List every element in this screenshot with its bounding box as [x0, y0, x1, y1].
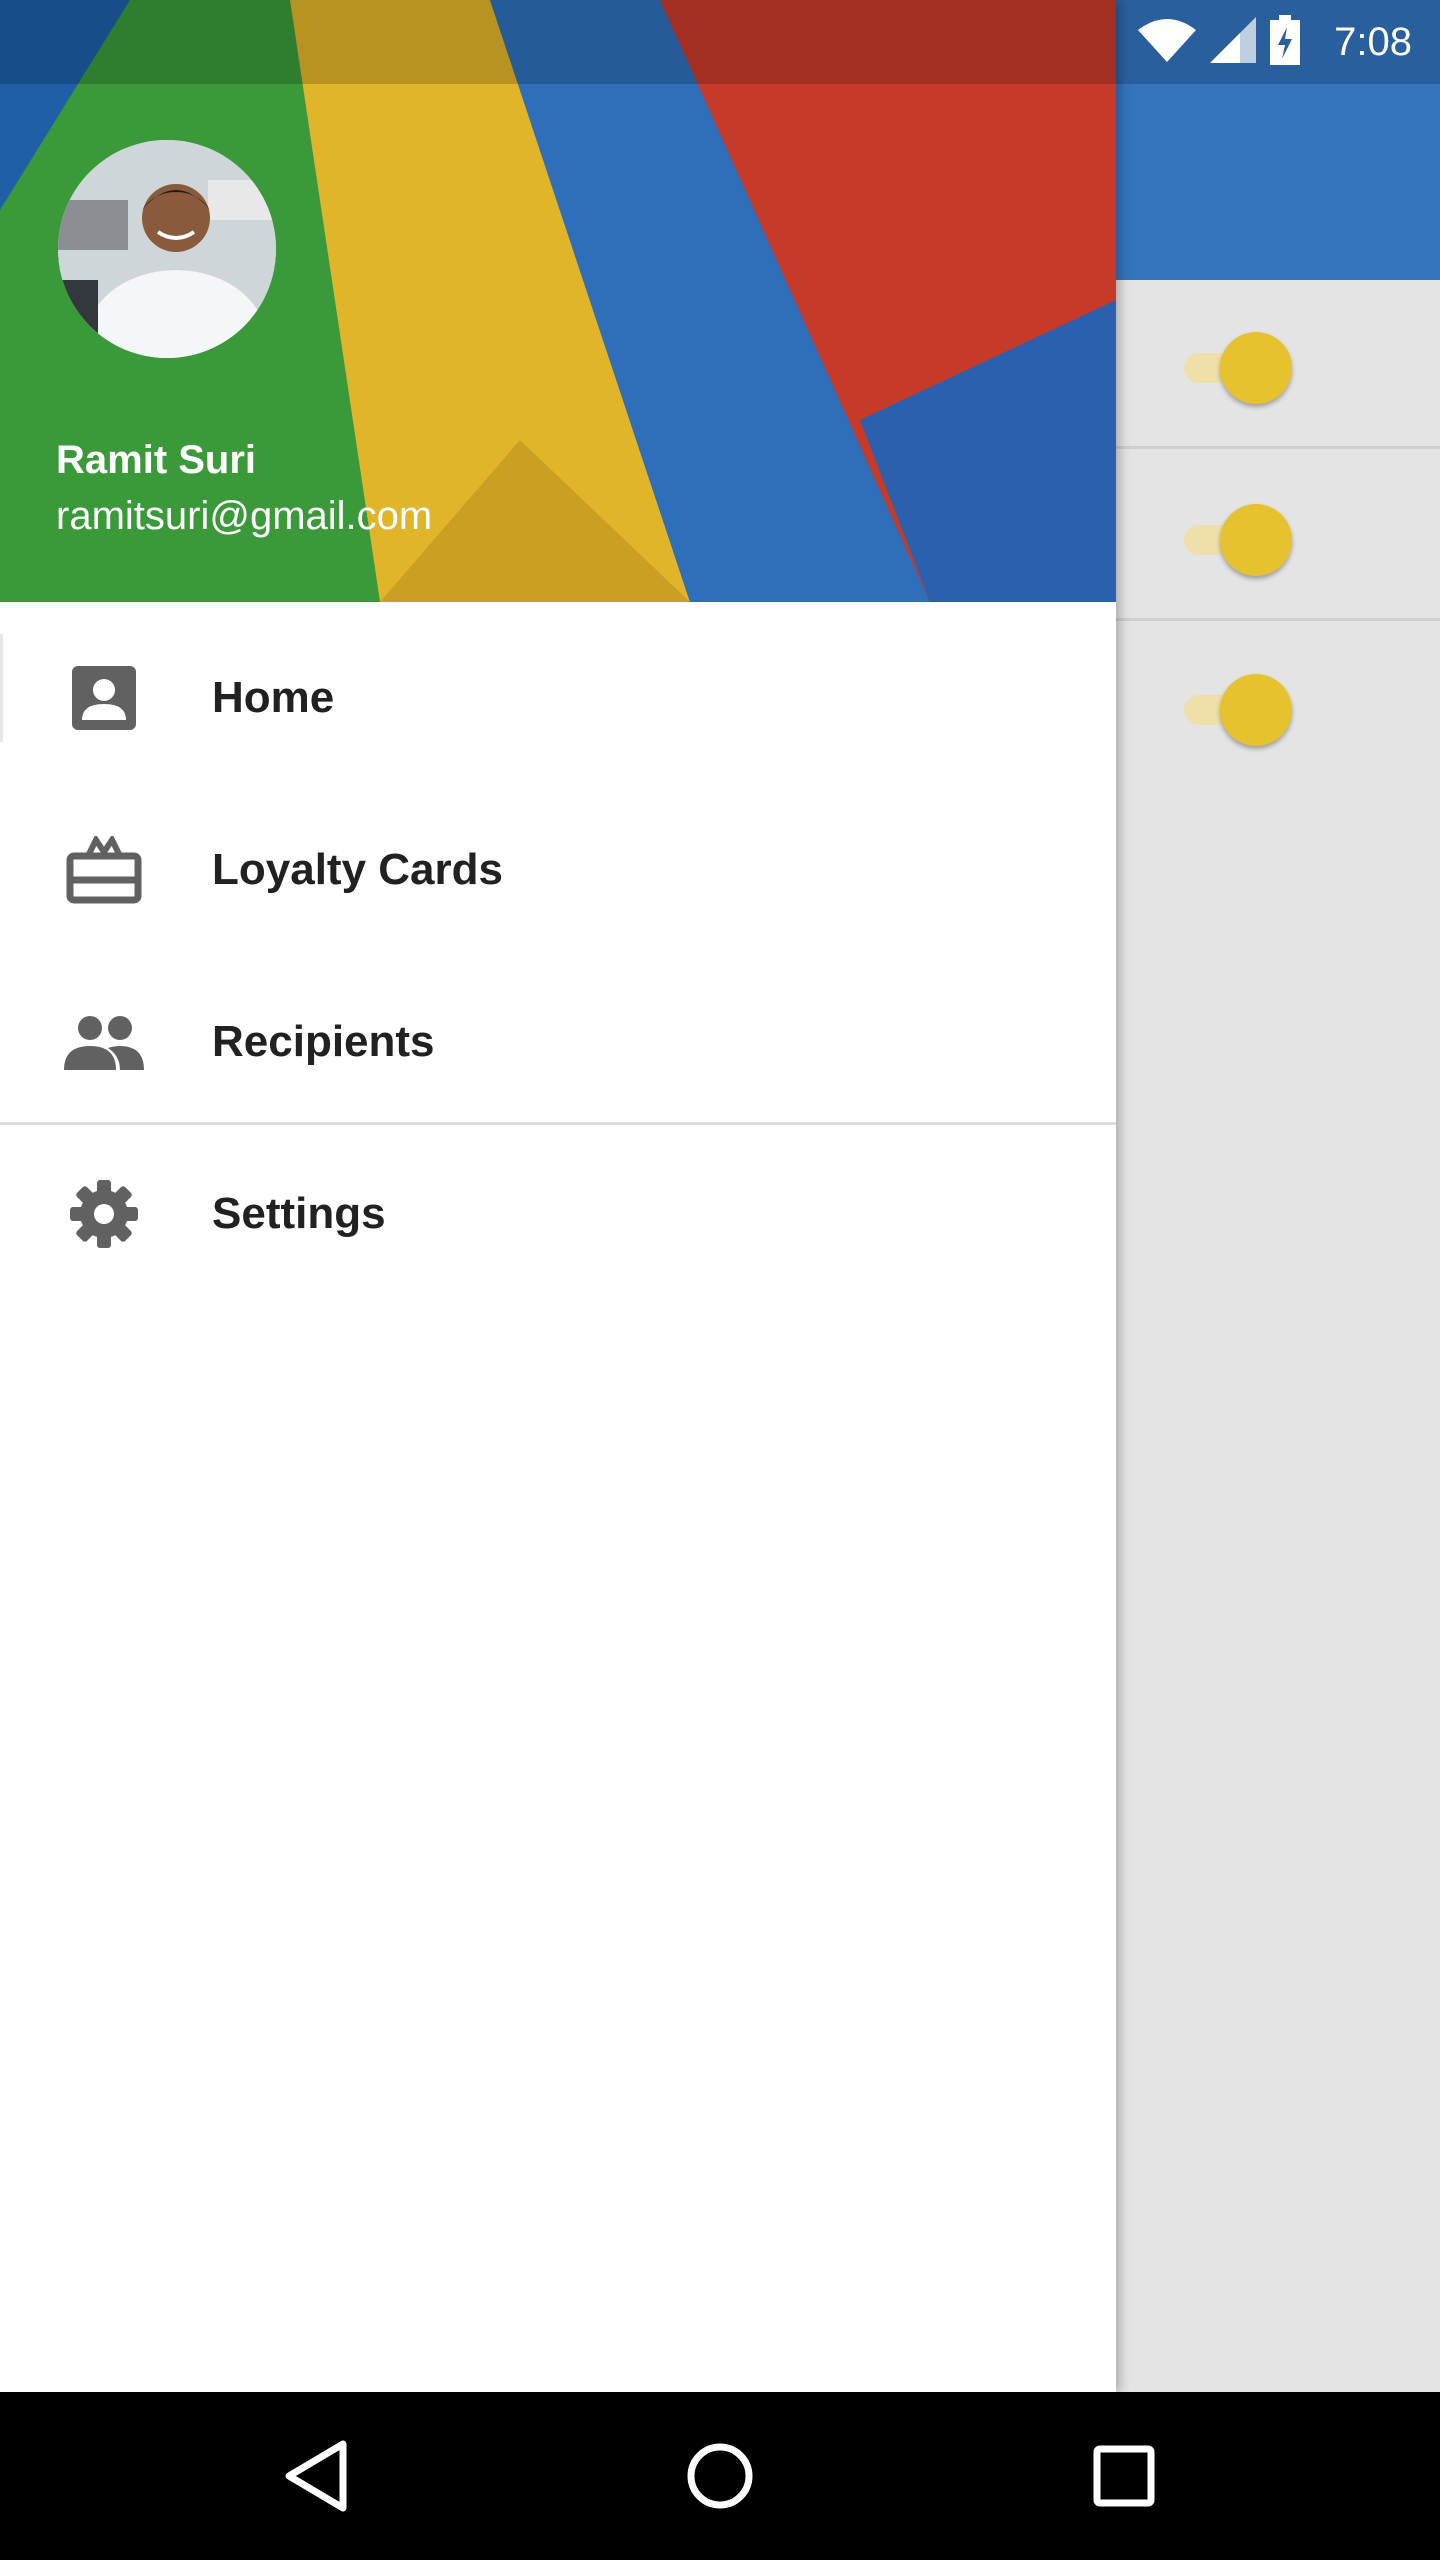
user-name: Ramit Suri — [56, 438, 257, 482]
card-giftcard-icon — [64, 830, 144, 910]
toggle-switch-2[interactable] — [1180, 500, 1300, 580]
user-email: ramitsuri@gmail.com — [56, 494, 433, 538]
header-status-shade — [0, 0, 1116, 84]
system-navigation-bar — [0, 2392, 1440, 2560]
nav-item-home[interactable]: Home — [0, 612, 1116, 784]
recents-square-icon — [1093, 2445, 1155, 2507]
recents-button[interactable] — [1044, 2392, 1204, 2560]
signal-icon — [1210, 16, 1257, 68]
nav-item-label: Settings — [212, 1189, 386, 1238]
wifi-icon — [1138, 18, 1197, 67]
gear-icon — [64, 1174, 144, 1254]
back-icon — [285, 2440, 347, 2512]
nav-item-recipients[interactable]: Recipients — [0, 956, 1116, 1128]
nav-item-settings[interactable]: Settings — [0, 1128, 1116, 1300]
home-button[interactable] — [640, 2392, 800, 2560]
toggle-switch-1[interactable] — [1180, 328, 1300, 408]
battery-icon — [1270, 14, 1301, 70]
avatar[interactable] — [58, 140, 276, 358]
account-box-icon — [64, 658, 144, 738]
nav-divider — [0, 1122, 1116, 1125]
toggle-switch-3[interactable] — [1180, 670, 1300, 750]
nav-item-label: Home — [212, 673, 335, 722]
nav-item-label: Recipients — [212, 1017, 435, 1066]
status-time: 7:08 — [1334, 19, 1412, 64]
back-button[interactable] — [236, 2392, 396, 2560]
home-circle-icon — [687, 2443, 753, 2509]
nav-item-label: Loyalty Cards — [212, 845, 503, 894]
drawer-header: Ramit Suri ramitsuri@gmail.com — [0, 0, 1116, 602]
nav-item-loyalty-cards[interactable]: Loyalty Cards — [0, 784, 1116, 956]
navigation-drawer: Ramit Suri ramitsuri@gmail.com Home Loya… — [0, 0, 1116, 2392]
people-icon — [64, 1002, 144, 1082]
